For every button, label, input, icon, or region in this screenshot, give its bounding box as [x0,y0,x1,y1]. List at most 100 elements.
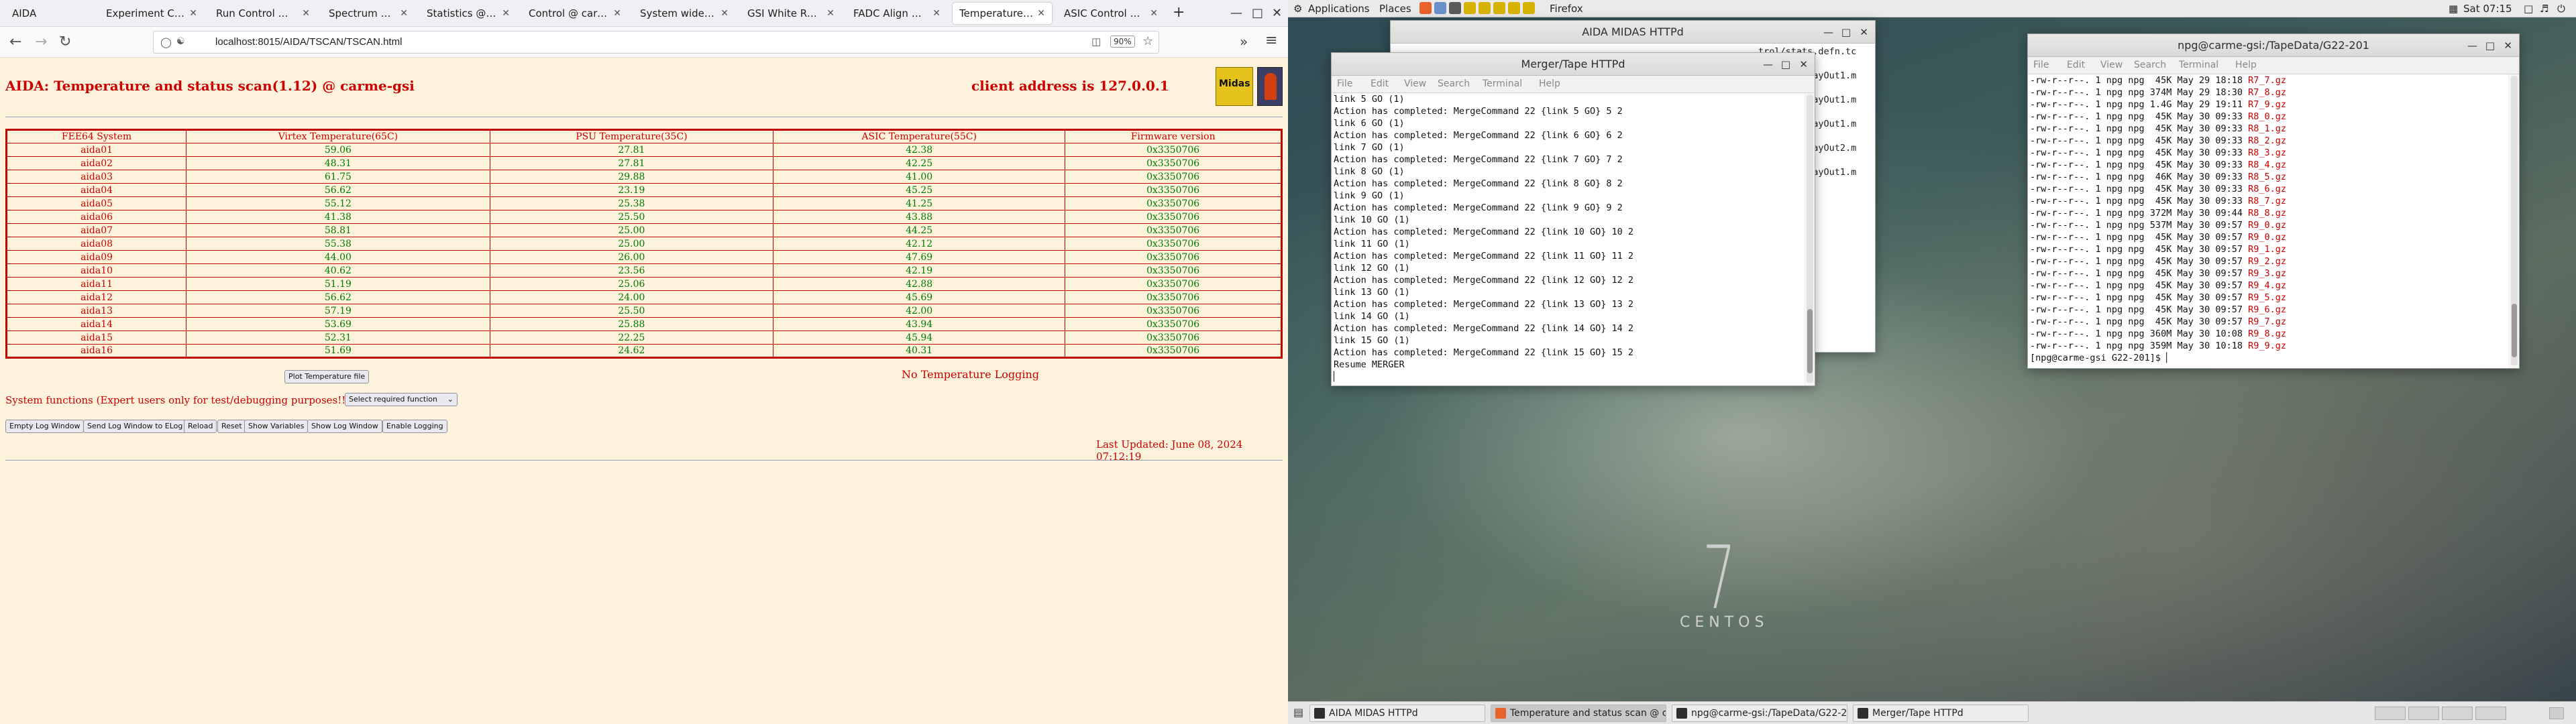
function-select[interactable]: Select required function ⌄ [345,393,458,406]
new-tab-button[interactable]: + [1173,4,1185,21]
menu-item[interactable]: Help [1539,78,1560,89]
workspace-pager-icon[interactable] [2549,707,2564,719]
bookmark-star-icon[interactable]: ☆ [1142,34,1153,48]
maximize-icon[interactable]: □ [1781,53,1790,76]
zoom-level-badge[interactable]: 90% [1110,36,1135,48]
browser-tab[interactable]: Temperature and s ✕ [953,3,1052,24]
action-button[interactable]: Reload [184,420,217,433]
action-button[interactable]: Show Variables [244,420,309,433]
reader-view-icon[interactable]: ◫ [1091,36,1101,48]
maximize-icon[interactable]: □ [2485,34,2495,57]
volume-icon[interactable]: ♬ [2540,3,2548,15]
browser-tab[interactable]: Spectrum Browser ✕ [322,3,415,24]
npg-terminal-window[interactable]: npg@carme-gsi:/TapeData/G22-201 — □ ✕ Fi… [2027,34,2520,369]
forward-icon[interactable]: → [35,34,47,50]
network-icon[interactable]: □ [2524,3,2533,15]
menu-item[interactable]: Terminal [2179,60,2218,70]
workspace-3[interactable] [2442,707,2473,720]
close-tab-icon[interactable]: ✕ [1037,8,1045,19]
maximize-icon[interactable]: □ [1252,6,1263,20]
browser-tab[interactable]: GSI White Rabbit ✕ [741,3,841,24]
places-menu[interactable]: Places [1379,3,1411,15]
scrollbar[interactable] [1807,95,1813,383]
close-tab-icon[interactable]: ✕ [720,8,729,19]
clock[interactable]: Sat 07:15 [2463,3,2512,15]
taskbar-item[interactable]: Temperature and status scan @ car... [1491,705,1666,722]
firefox-launcher-icon[interactable] [1419,2,1432,14]
menu-item[interactable]: Edit [1371,78,1389,89]
menu-item[interactable]: Search [1438,78,1470,89]
taskbar-item[interactable]: AIDA MIDAS HTTPd [1309,705,1485,722]
minimize-icon[interactable]: — [1823,21,1833,44]
close-tab-icon[interactable]: ✕ [189,8,197,19]
browser-tab[interactable]: AIDA [5,3,94,24]
taskbar-item[interactable]: npg@carme-gsi:/TapeData/G22-201 [1672,705,1847,722]
back-icon[interactable]: ← [9,34,21,50]
applications-menu-label[interactable]: Applications [1308,3,1370,15]
maximize-icon[interactable]: □ [1841,21,1851,44]
workspace-2[interactable] [2408,707,2439,720]
minimize-icon[interactable]: — [2467,34,2477,57]
app-launcher-icon[interactable] [1523,2,1535,14]
app-launcher-icon[interactable] [1508,2,1520,14]
calendar-icon[interactable]: ▦ [2449,3,2458,15]
browser-tab[interactable]: ASIC Control @ ca ✕ [1057,3,1165,24]
browser-tab[interactable]: Run Control @ car ✕ [209,3,317,24]
close-tab-icon[interactable]: ✕ [302,8,310,19]
close-tab-icon[interactable]: ✕ [932,8,941,19]
browser-tab[interactable]: System wide Chec ✕ [633,3,735,24]
close-tab-icon[interactable]: ✕ [1150,8,1158,19]
minimize-icon[interactable]: — [1230,6,1242,20]
show-desktop-icon[interactable]: ▤ [1293,706,1303,719]
npg-terminal-output[interactable]: -rw-r--r--. 1 npg npg 45K May 29 18:18 R… [2028,74,2508,368]
url-text[interactable]: localhost:8015/AIDA/TSCAN/TSCAN.html [215,36,402,48]
action-button[interactable]: Enable Logging [382,420,447,433]
hamburger-menu-icon[interactable]: ≡ [1265,32,1277,49]
action-button[interactable]: Show Log Window [307,420,382,433]
browser-tab[interactable]: Statistics @ carme ✕ [420,3,517,24]
tab-overflow-icon[interactable]: » [1240,34,1248,50]
close-tab-icon[interactable]: ✕ [613,8,621,19]
url-bar[interactable]: ◯ ☯ localhost:8015/AIDA/TSCAN/TSCAN.html… [153,31,1159,54]
scrollbar-thumb[interactable] [2512,304,2517,357]
reload-icon[interactable]: ↻ [59,34,71,50]
action-button[interactable]: Empty Log Window [5,420,85,433]
active-app-name[interactable]: Firefox [1550,3,1583,15]
menu-item[interactable]: View [2100,60,2123,70]
taskbar-item[interactable]: Merger/Tape HTTPd [1853,705,2029,722]
browser-tab[interactable]: FADC Align & Cont ✕ [847,3,947,24]
merger-tape-window[interactable]: Merger/Tape HTTPd — □ ✕ File Edit View Sear… [1331,52,1815,386]
close-tab-icon[interactable]: ✕ [826,8,835,19]
menu-item[interactable]: Help [2235,60,2257,70]
workspace-1[interactable] [2375,707,2406,720]
scrollbar-thumb[interactable] [1807,309,1813,373]
close-icon[interactable]: ✕ [1272,6,1282,20]
close-tab-icon[interactable]: ✕ [502,8,510,19]
app-launcher-icon[interactable] [1479,2,1491,14]
app-launcher-icon[interactable] [1464,2,1476,14]
merger-terminal-output[interactable]: link 5 GO (1) Action has completed: Merge… [1332,93,1804,385]
shield-icon[interactable]: ◯ [160,36,172,48]
plot-temperature-button[interactable]: Plot Temperature file [284,370,370,383]
menu-item[interactable]: Search [2134,60,2166,70]
files-launcher-icon[interactable] [1434,2,1446,14]
menu-item[interactable]: Edit [2067,60,2085,70]
menu-item[interactable]: File [2033,60,2049,70]
power-icon[interactable]: ⏻ [2557,3,2565,15]
minimize-icon[interactable]: — [1763,53,1773,76]
menu-item[interactable]: File [1337,78,1352,89]
app-launcher-icon[interactable] [1493,2,1505,14]
terminal-launcher-icon[interactable] [1449,2,1461,14]
close-icon[interactable]: ✕ [2504,34,2512,57]
scrollbar[interactable] [2511,76,2518,365]
action-button[interactable]: Reset [217,420,246,433]
menu-item[interactable]: Terminal [1483,78,1522,89]
menu-item[interactable]: View [1404,78,1426,89]
workspace-4[interactable] [2475,707,2506,720]
browser-tab[interactable]: Control @ carme-g ✕ [522,3,628,24]
close-icon[interactable]: ✕ [1860,21,1868,44]
close-icon[interactable]: ✕ [1799,53,1808,76]
close-tab-icon[interactable]: ✕ [400,8,408,19]
browser-tab[interactable]: Experiment Control✕ [99,3,204,24]
action-button[interactable]: Send Log Window to ELog [83,420,187,433]
